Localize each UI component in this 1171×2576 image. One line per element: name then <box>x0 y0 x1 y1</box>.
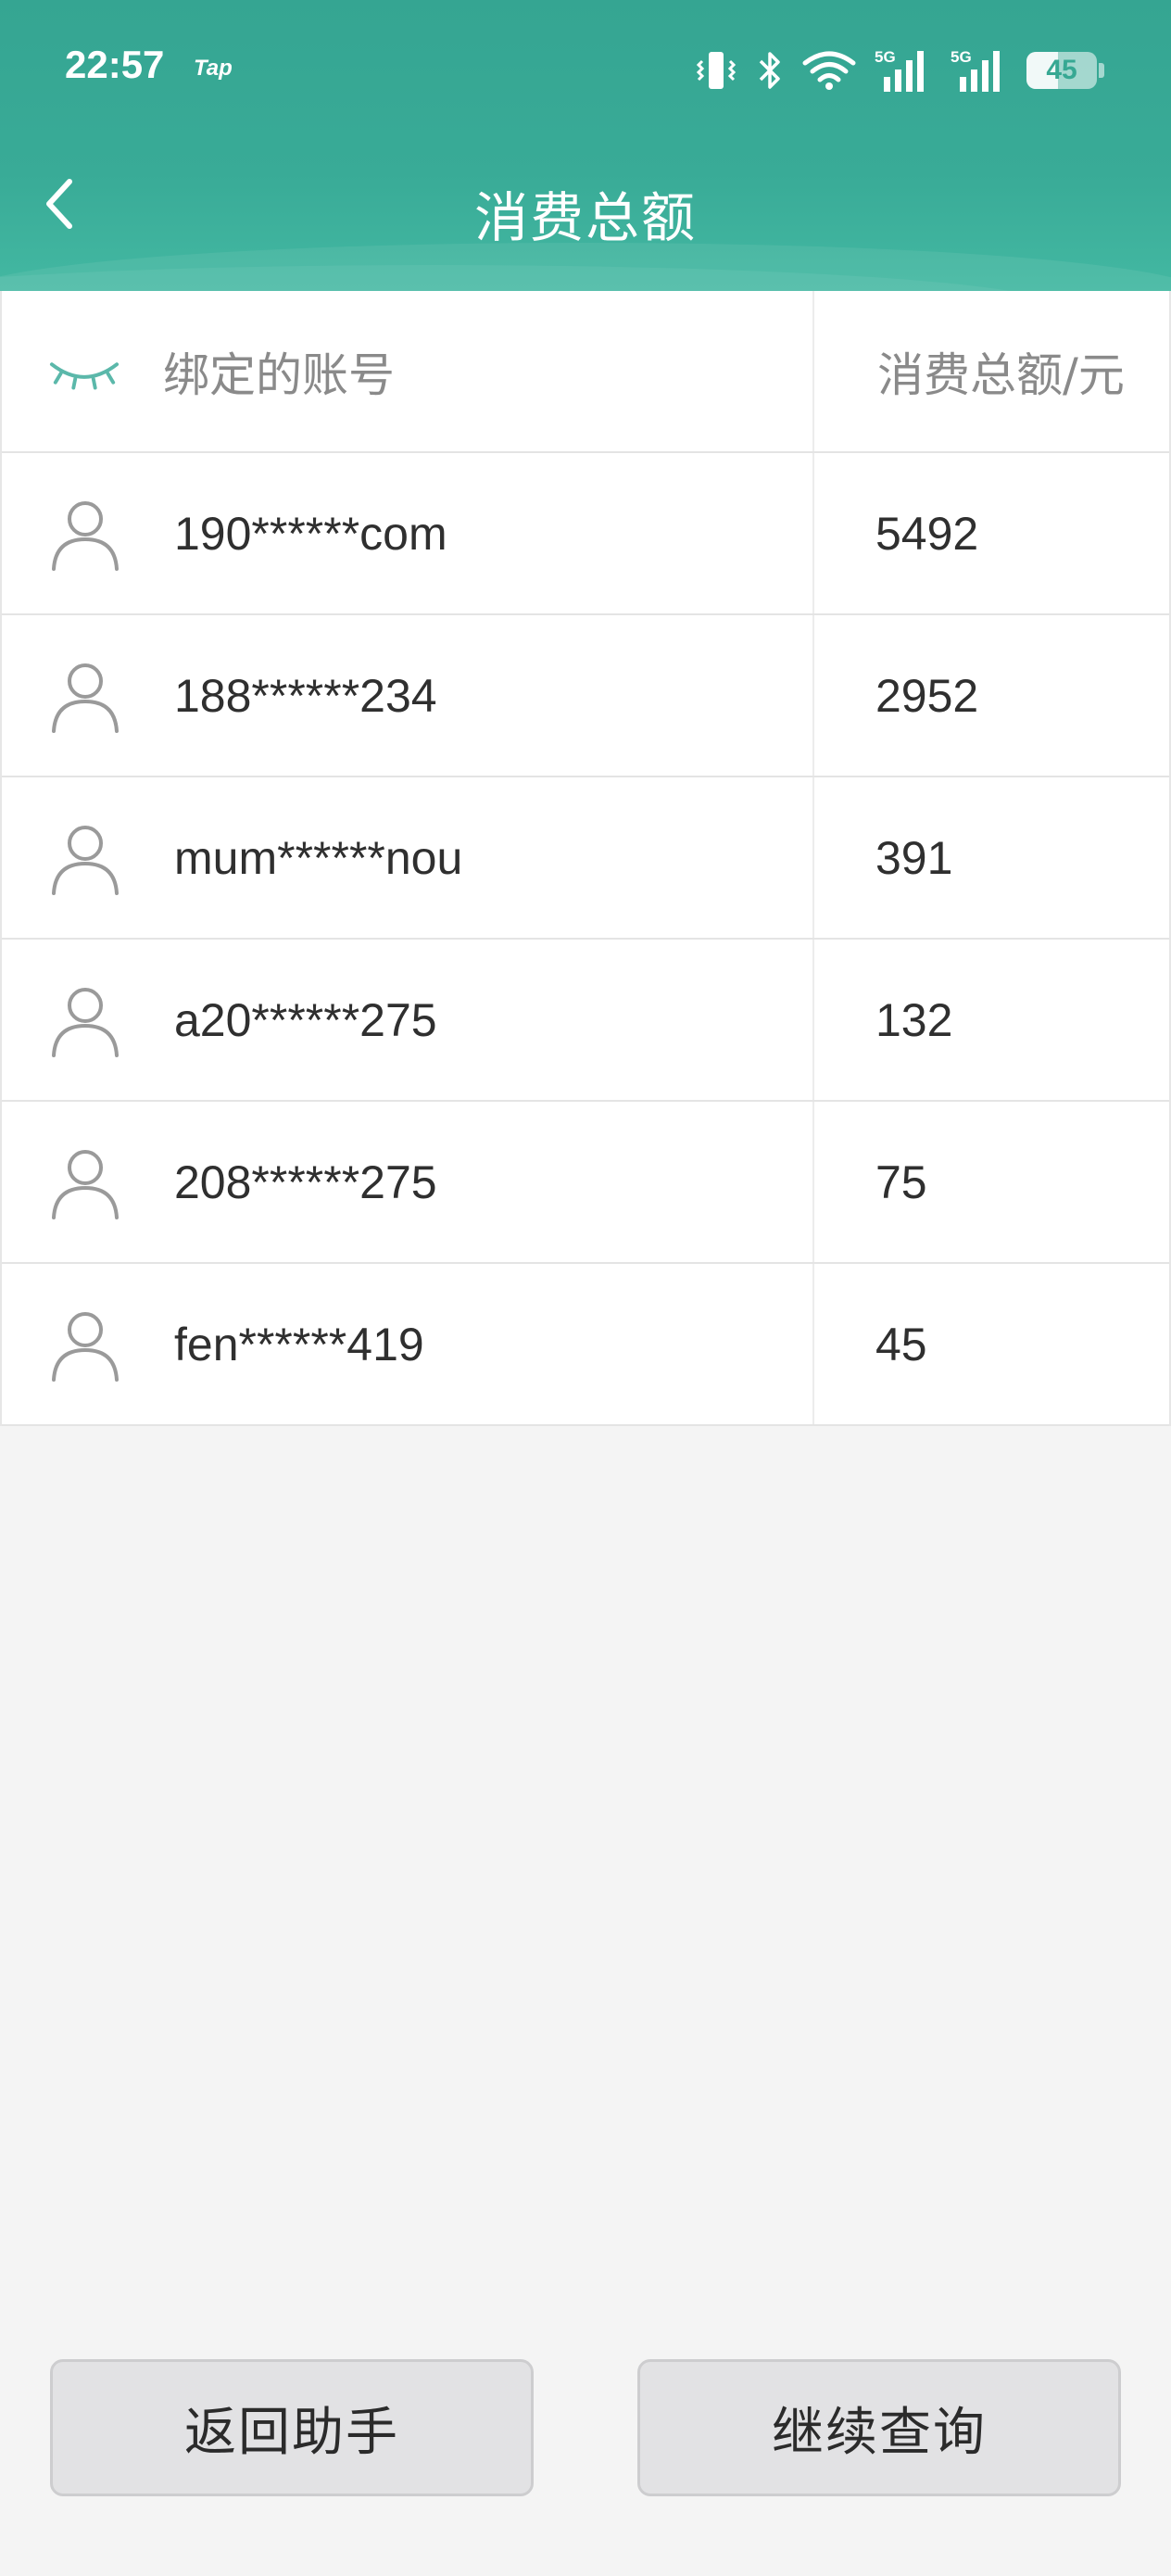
signal-5g-icon: 5G <box>951 48 1000 92</box>
table-row[interactable]: 190******com 5492 <box>2 453 1169 615</box>
amount-cell: 75 <box>814 1102 1169 1262</box>
eye-closed-icon[interactable] <box>48 335 120 408</box>
status-time: 22:57 <box>65 43 165 86</box>
status-bar: 22:57 Tap 5G 5G 45 <box>0 0 1171 130</box>
account-spending-table: 绑定的账号 消费总额/元 190******com 5492 188******… <box>0 291 1171 1426</box>
account-cell: 190******com <box>2 453 814 613</box>
user-avatar-icon <box>52 987 119 1057</box>
account-column-label: 绑定的账号 <box>163 347 395 402</box>
app-header: 22:57 Tap 5G 5G 45 消费总额 <box>0 0 1171 291</box>
account-cell: fen******419 <box>2 1264 814 1424</box>
back-to-assistant-button[interactable]: 返回助手 <box>50 2359 534 2496</box>
continue-query-button[interactable]: 继续查询 <box>637 2359 1121 2496</box>
table-row[interactable]: 188******234 2952 <box>2 615 1169 777</box>
table-row[interactable]: a20******275 132 <box>2 940 1169 1102</box>
bluetooth-icon <box>759 52 780 89</box>
amount-column-header: 消费总额/元 <box>814 291 1169 451</box>
svg-text:5G: 5G <box>875 48 896 66</box>
amount-column-label: 消费总额/元 <box>877 347 1125 402</box>
amount-text: 75 <box>875 1155 927 1208</box>
status-icons: 5G 5G 45 <box>695 44 1104 96</box>
user-avatar-icon <box>52 500 119 571</box>
svg-text:5G: 5G <box>951 48 972 66</box>
battery-icon: 45 <box>1026 52 1104 89</box>
amount-text: 132 <box>875 993 953 1046</box>
amount-cell: 5492 <box>814 453 1169 613</box>
amount-text: 391 <box>875 831 953 884</box>
signal-5g-icon: 5G <box>875 48 924 92</box>
amount-cell: 2952 <box>814 615 1169 776</box>
table-header-row: 绑定的账号 消费总额/元 <box>2 291 1169 453</box>
user-avatar-icon <box>52 663 119 733</box>
account-cell: 188******234 <box>2 615 814 776</box>
account-cell: mum******nou <box>2 777 814 938</box>
account-text: fen******419 <box>174 1318 424 1370</box>
amount-cell: 45 <box>814 1264 1169 1424</box>
account-text: mum******nou <box>174 831 463 884</box>
account-cell: 208******275 <box>2 1102 814 1262</box>
account-text: 188******234 <box>174 669 437 722</box>
user-avatar-icon <box>52 1311 119 1382</box>
account-column-header: 绑定的账号 <box>2 291 814 451</box>
table-row[interactable]: fen******419 45 <box>2 1264 1169 1426</box>
table-row[interactable]: 208******275 75 <box>2 1102 1169 1264</box>
vibrate-icon <box>696 52 737 89</box>
user-avatar-icon <box>52 1149 119 1219</box>
status-carrier-label: Tap <box>194 56 233 81</box>
amount-text: 5492 <box>875 507 979 560</box>
user-avatar-icon <box>52 825 119 895</box>
account-text: 208******275 <box>174 1155 437 1208</box>
wifi-icon <box>802 51 856 90</box>
account-text: 190******com <box>174 507 447 560</box>
battery-level: 45 <box>1046 55 1077 85</box>
amount-cell: 391 <box>814 777 1169 938</box>
table-row[interactable]: mum******nou 391 <box>2 777 1169 940</box>
amount-text: 2952 <box>875 669 979 722</box>
account-cell: a20******275 <box>2 940 814 1100</box>
account-text: a20******275 <box>174 993 437 1046</box>
amount-text: 45 <box>875 1318 927 1370</box>
amount-cell: 132 <box>814 940 1169 1100</box>
page-title: 消费总额 <box>473 186 697 249</box>
navigation-bar: 消费总额 <box>0 130 1171 291</box>
